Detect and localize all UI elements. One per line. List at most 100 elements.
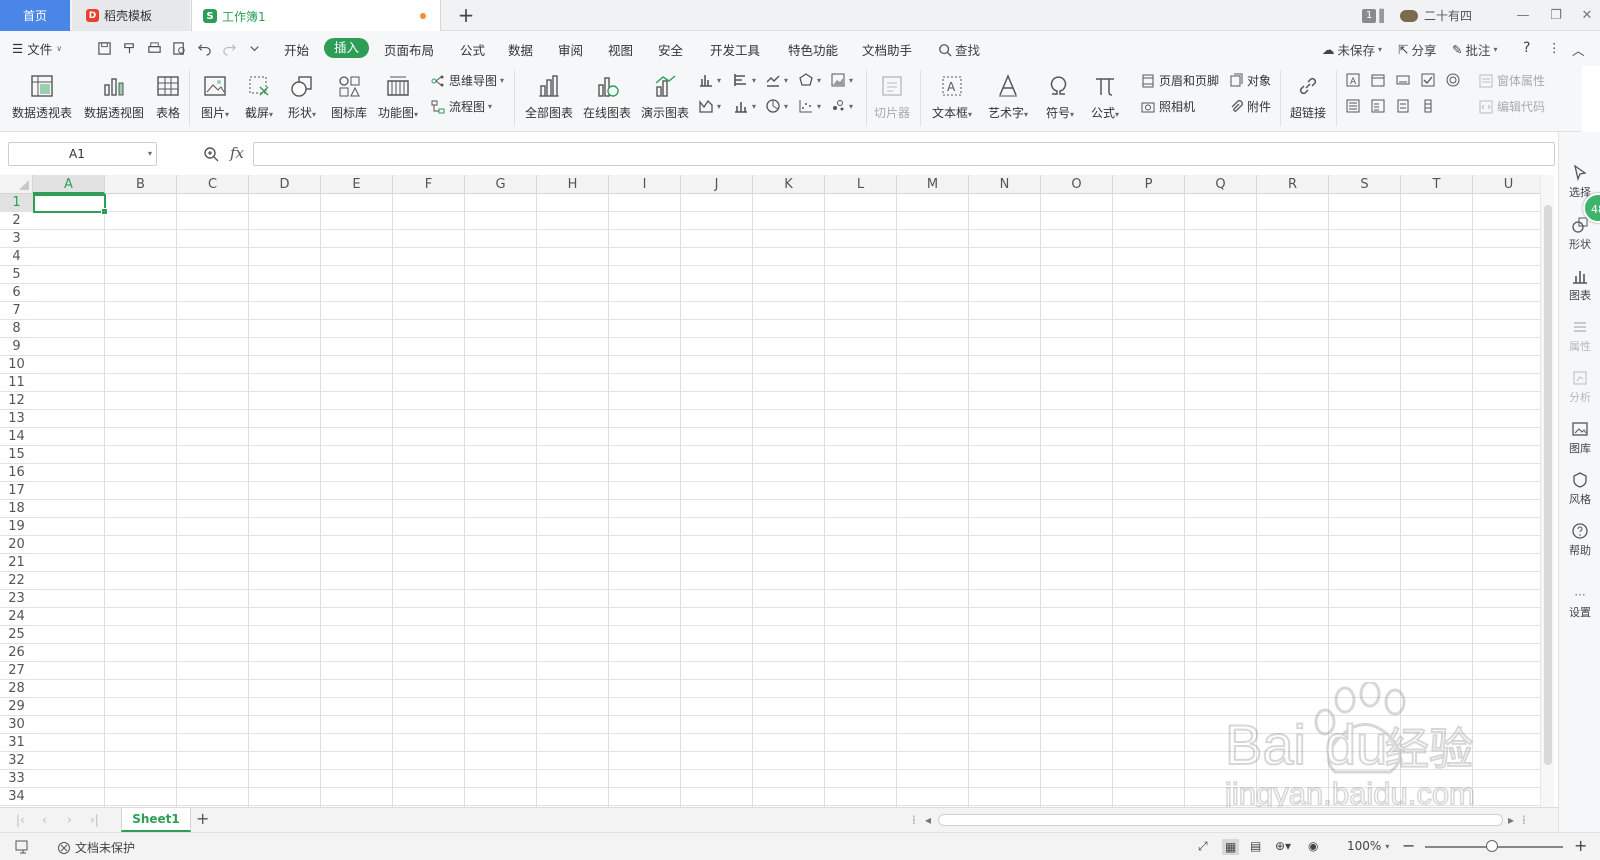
row-header[interactable]: 14 [0, 428, 33, 446]
scroll-left-icon[interactable]: ◂ [925, 813, 931, 827]
macro-record-icon[interactable] [14, 839, 32, 855]
form-spinner-control[interactable] [1395, 98, 1411, 114]
print-icon[interactable] [145, 39, 163, 57]
row-header[interactable]: 6 [0, 284, 33, 302]
form-listbox-control[interactable] [1345, 98, 1361, 114]
shape-button[interactable]: 形状▾ [287, 70, 317, 121]
pivot-table-button[interactable]: 数据透视表 [12, 70, 72, 121]
column-chart-dropdown[interactable]: ▾ [698, 72, 721, 88]
row-header[interactable]: 2 [0, 212, 33, 230]
column-header[interactable]: F [393, 175, 465, 194]
row-header[interactable]: 3 [0, 230, 33, 248]
screenshot-button[interactable]: 截屏▾ [244, 70, 274, 121]
print-preview-icon[interactable] [170, 39, 188, 57]
zoom-slider-knob[interactable] [1486, 840, 1498, 852]
row-header[interactable]: 16 [0, 464, 33, 482]
hyperlink-button[interactable]: 超链接 [1290, 70, 1326, 121]
row-header[interactable]: 21 [0, 554, 33, 572]
close-icon[interactable]: ✕ [1576, 5, 1598, 25]
page-layout-view-icon[interactable]: ⊕▾ [1275, 839, 1291, 853]
column-header[interactable]: T [1401, 175, 1473, 194]
side-settings-button[interactable]: ··· 设置 [1559, 588, 1600, 620]
column-header[interactable]: E [321, 175, 393, 194]
save-icon[interactable] [95, 39, 113, 57]
header-footer-button[interactable]: 页眉和页脚 [1140, 72, 1219, 89]
add-sheet-icon[interactable]: + [196, 809, 209, 828]
row-header[interactable]: 33 [0, 770, 33, 788]
row-header[interactable]: 29 [0, 698, 33, 716]
column-header[interactable]: A [33, 175, 105, 194]
name-box[interactable]: A1 ▾ [8, 142, 157, 166]
wordart-button[interactable]: 艺术字▾ [988, 70, 1028, 121]
share-button[interactable]: ⇱ 分享 [1398, 40, 1437, 59]
object-button[interactable]: 对象 [1228, 72, 1271, 89]
column-header[interactable]: L [825, 175, 897, 194]
page-break-view-icon[interactable]: ▤ [1250, 839, 1261, 853]
horizontal-scrollbar[interactable] [938, 814, 1503, 826]
scroll-right-icon[interactable]: ▸ [1508, 813, 1514, 827]
column-header[interactable]: G [465, 175, 537, 194]
form-radio-control[interactable] [1445, 72, 1461, 88]
zoom-formula-icon[interactable] [203, 146, 219, 165]
row-header[interactable]: 30 [0, 716, 33, 734]
first-sheet-icon[interactable]: |‹ [16, 813, 25, 827]
fullscreen-icon[interactable]: ⤢ [1198, 839, 1208, 854]
radar-chart-dropdown[interactable]: ▾ [798, 72, 821, 88]
form-button-control[interactable] [1395, 72, 1411, 88]
row-header[interactable]: 24 [0, 608, 33, 626]
table-button[interactable]: 表格 [153, 70, 183, 121]
prev-sheet-icon[interactable]: ‹ [42, 813, 47, 827]
tab-special[interactable]: 特色功能 [788, 40, 838, 59]
new-tab-button[interactable]: + [455, 3, 477, 27]
formula-input[interactable] [253, 142, 1555, 166]
icon-library-button[interactable]: 图标库 [331, 70, 367, 121]
row-header[interactable]: 5 [0, 266, 33, 284]
column-header[interactable]: K [753, 175, 825, 194]
tab-formula[interactable]: 公式 [460, 40, 485, 59]
document-protection-status[interactable]: 文档未保护 [57, 839, 135, 856]
tab-developer[interactable]: 开发工具 [710, 40, 760, 59]
user-account[interactable]: 二十有四 [1400, 0, 1472, 31]
tab-home[interactable]: 首页 [0, 0, 70, 31]
tab-workbook[interactable]: S 工作簿1 [191, 0, 441, 32]
normal-view-icon[interactable]: ▦ [1222, 839, 1240, 855]
row-header[interactable]: 12 [0, 392, 33, 410]
collapse-ribbon-icon[interactable]: ︿ [1572, 40, 1585, 59]
search-button[interactable]: 查找 [938, 40, 980, 59]
tab-security[interactable]: 安全 [658, 40, 683, 59]
row-header[interactable]: 34 [0, 788, 33, 806]
mindmap-button[interactable]: 思维导图 ▾ [430, 72, 504, 89]
zoom-in-icon[interactable]: + [1574, 836, 1587, 855]
insert-function-icon[interactable]: fx [230, 144, 244, 162]
tab-review[interactable]: 审阅 [558, 40, 583, 59]
row-header[interactable]: 13 [0, 410, 33, 428]
tab-template[interactable]: D 稻壳模板 [72, 0, 190, 31]
last-sheet-icon[interactable]: ›| [90, 813, 99, 827]
form-checkbox-control[interactable] [1420, 72, 1436, 88]
tab-doc-assistant[interactable]: 文档助手 [862, 40, 912, 59]
edit-code-button[interactable]: 编辑代码 [1478, 98, 1545, 115]
side-chart-button[interactable]: 图表 [1559, 267, 1600, 303]
tab-insert[interactable]: 插入 [324, 38, 369, 58]
tab-start[interactable]: 开始 [284, 40, 309, 59]
all-charts-button[interactable]: 全部图表 [525, 70, 573, 121]
row-header[interactable]: 17 [0, 482, 33, 500]
column-header[interactable]: P [1113, 175, 1185, 194]
stock-chart-dropdown[interactable]: ▾ [698, 98, 721, 114]
row-header[interactable]: 25 [0, 626, 33, 644]
form-scrollbar-control[interactable] [1420, 98, 1436, 114]
function-chart-button[interactable]: 功能图▾ [378, 70, 418, 121]
row-header[interactable]: 26 [0, 644, 33, 662]
row-header[interactable]: 32 [0, 752, 33, 770]
row-header[interactable]: 7 [0, 302, 33, 320]
zoom-out-icon[interactable]: − [1402, 836, 1415, 855]
column-header[interactable]: D [249, 175, 321, 194]
combo-chart-dropdown[interactable]: ▾ [733, 98, 756, 114]
column-header[interactable]: I [609, 175, 681, 194]
line-chart-dropdown[interactable]: ▾ [765, 72, 788, 88]
select-all-corner[interactable] [0, 175, 33, 194]
zoom-level-dropdown[interactable]: 100% ▾ [1347, 839, 1389, 853]
row-header[interactable]: 8 [0, 320, 33, 338]
scatter-chart-dropdown[interactable]: ▾ [798, 98, 821, 114]
undo-icon[interactable] [195, 39, 213, 57]
